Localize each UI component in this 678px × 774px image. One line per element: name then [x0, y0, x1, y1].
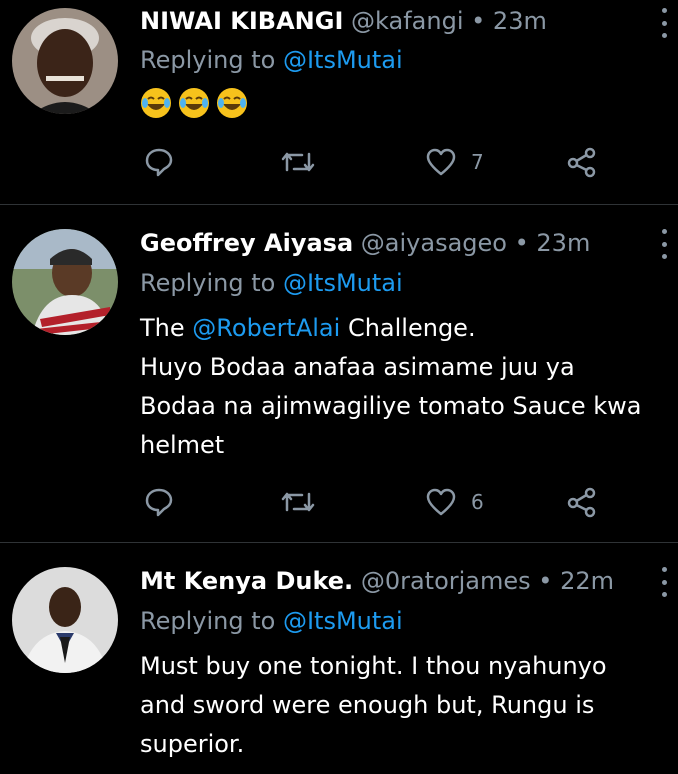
- face-with-tears-of-joy-icon: [141, 88, 171, 118]
- like-icon: [426, 488, 456, 516]
- replying-to: Replying to @ItsMutai: [140, 46, 403, 74]
- share-icon: [567, 487, 596, 518]
- reply-button[interactable]: [143, 146, 175, 178]
- tweet-header: Geoffrey Aiyasa @aiyasageo • 23m: [140, 229, 590, 257]
- avatar[interactable]: [12, 229, 118, 335]
- user-handle[interactable]: @0ratorjames: [361, 567, 531, 595]
- avatar[interactable]: [12, 8, 118, 114]
- more-icon[interactable]: [658, 229, 670, 259]
- separator-dot: •: [538, 567, 553, 595]
- more-icon[interactable]: [658, 8, 670, 38]
- timestamp[interactable]: 22m: [560, 567, 614, 595]
- tweet-header: Mt Kenya Duke. @0ratorjames • 22m: [140, 567, 614, 595]
- like-count: 6: [471, 490, 484, 514]
- display-name[interactable]: NIWAI KIBANGI: [140, 7, 343, 35]
- timestamp[interactable]: 23m: [536, 229, 590, 257]
- separator-dot: •: [514, 229, 529, 257]
- replying-to-mention[interactable]: @ItsMutai: [283, 269, 403, 297]
- display-name[interactable]: Mt Kenya Duke.: [140, 567, 353, 595]
- display-name[interactable]: Geoffrey Aiyasa: [140, 229, 353, 257]
- replying-to: Replying to @ItsMutai: [140, 607, 403, 635]
- tweet-text-line: superior.: [140, 730, 245, 758]
- reply-button[interactable]: [143, 486, 175, 518]
- replying-to: Replying to @ItsMutai: [140, 269, 403, 297]
- replying-to-mention[interactable]: @ItsMutai: [283, 607, 403, 635]
- face-with-tears-of-joy-icon: [179, 88, 209, 118]
- tweet-text-line: Must buy one tonight. I thou nyahunyo: [140, 652, 607, 680]
- share-icon: [567, 147, 596, 178]
- like-count: 7: [471, 150, 484, 174]
- reply-icon: [145, 148, 173, 177]
- tweet-text: Must buy one tonight. I thou nyahunyo an…: [140, 647, 678, 764]
- tweet-text: [140, 87, 678, 131]
- retweet-button[interactable]: [280, 146, 316, 178]
- like-button[interactable]: 6: [425, 486, 484, 518]
- tweet-text-line: Huyo Bodaa anafaa asimame juu ya: [140, 353, 575, 381]
- tweet-text-line: Bodaa na ajimwagiliye tomato Sauce kwa: [140, 392, 642, 420]
- more-icon[interactable]: [658, 567, 670, 597]
- tweet-text-line: helmet: [140, 431, 225, 459]
- replying-to-mention[interactable]: @ItsMutai: [283, 46, 403, 74]
- share-button[interactable]: [566, 486, 598, 518]
- retweet-button[interactable]: [280, 486, 316, 518]
- retweet-icon: [281, 492, 315, 512]
- replying-to-label: Replying to: [140, 269, 276, 297]
- separator-dot: •: [471, 7, 486, 35]
- mention-link[interactable]: @RobertAlai: [192, 314, 340, 342]
- reply-icon: [145, 488, 173, 517]
- tweet-3[interactable]: Mt Kenya Duke. @0ratorjames • 22m Replyi…: [0, 543, 678, 774]
- like-button[interactable]: 7: [425, 146, 484, 178]
- like-icon: [426, 148, 456, 176]
- tweet-text-line: The @RobertAlai Challenge.: [140, 314, 476, 342]
- face-with-tears-of-joy-icon: [217, 88, 247, 118]
- timestamp[interactable]: 23m: [493, 7, 547, 35]
- replying-to-label: Replying to: [140, 46, 276, 74]
- share-button[interactable]: [566, 146, 598, 178]
- retweet-icon: [281, 152, 315, 172]
- tweet-header: NIWAI KIBANGI @kafangi • 23m: [140, 7, 547, 35]
- replying-to-label: Replying to: [140, 607, 276, 635]
- avatar[interactable]: [12, 567, 118, 673]
- user-handle[interactable]: @kafangi: [351, 7, 463, 35]
- tweet-1[interactable]: NIWAI KIBANGI @kafangi • 23m Replying to…: [0, 0, 678, 205]
- tweet-text: The @RobertAlai Challenge. Huyo Bodaa an…: [140, 309, 678, 465]
- tweet-text-line: and sword were enough but, Rungu is: [140, 691, 595, 719]
- tweet-2[interactable]: Geoffrey Aiyasa @aiyasageo • 23m Replyin…: [0, 205, 678, 543]
- user-handle[interactable]: @aiyasageo: [361, 229, 507, 257]
